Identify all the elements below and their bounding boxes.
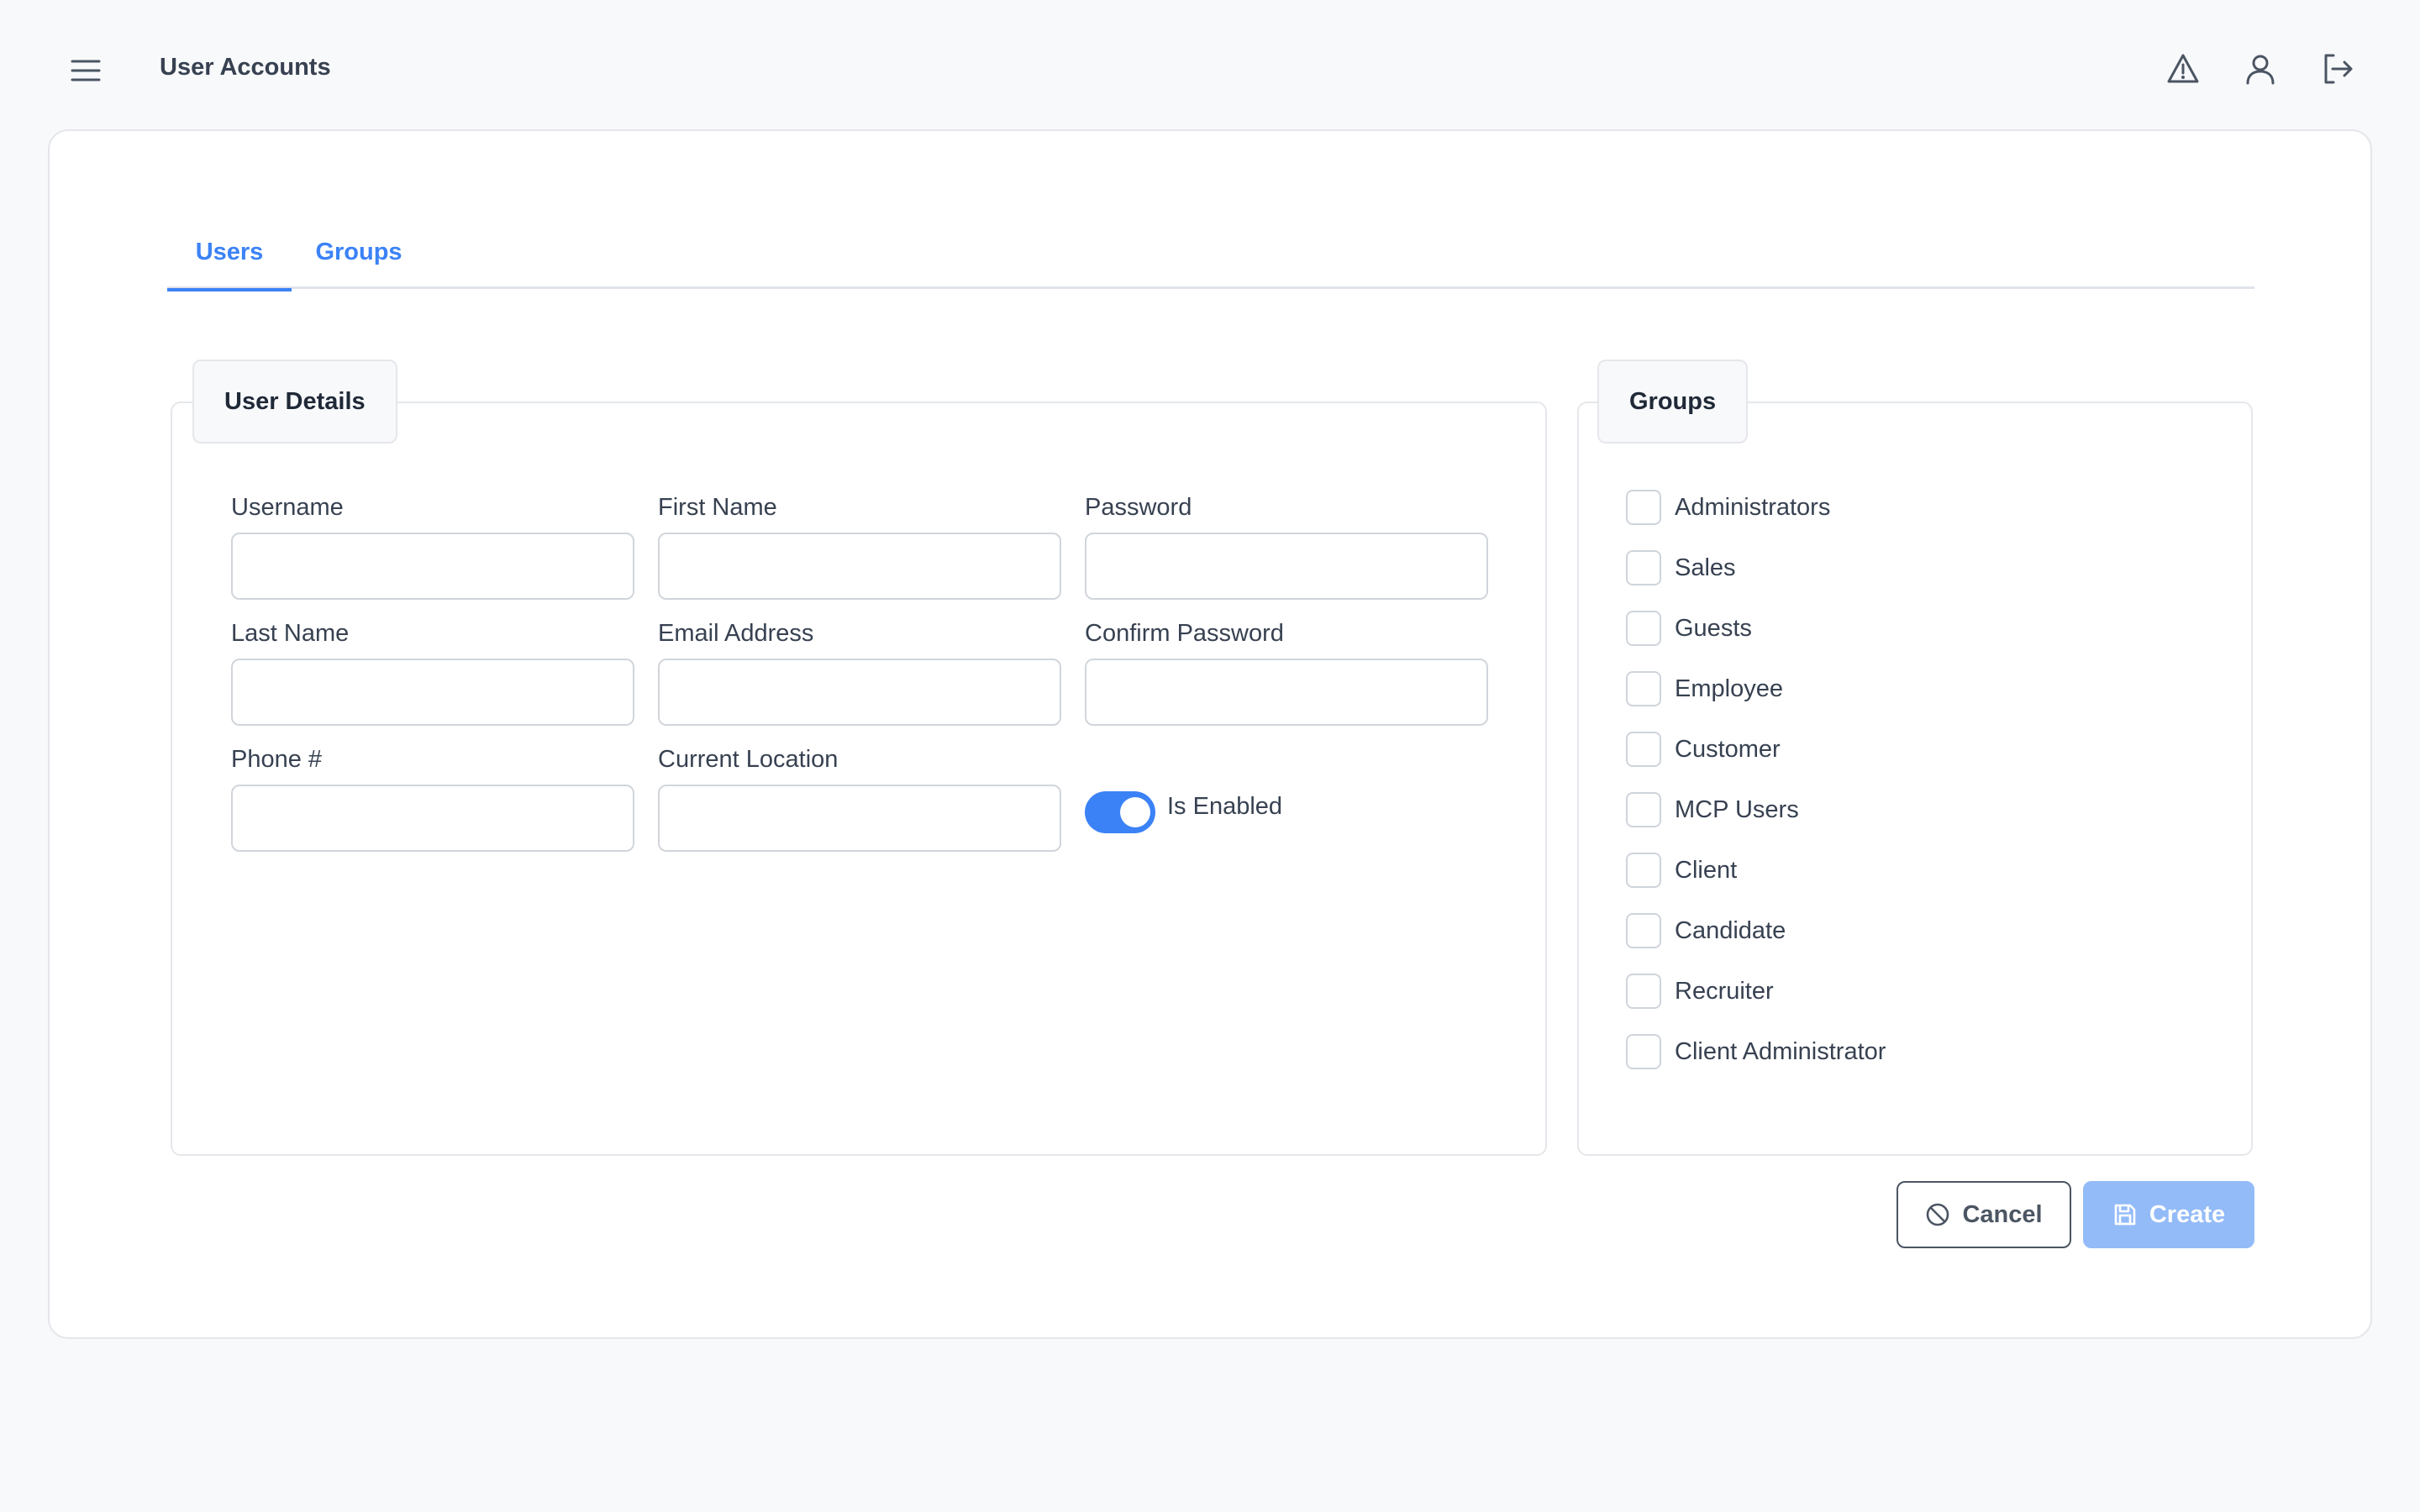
groups-legend: Groups [1597,360,1749,444]
group-item-mcp-users[interactable]: MCP Users [1626,780,1886,840]
logout-icon [2324,54,2353,84]
phone-group: Phone # [231,744,634,852]
toggle-knob [1120,797,1150,827]
user-icon [2246,55,2275,85]
user-details-panel: User Details Username First Name Passwor… [171,360,1547,1156]
confirm-password-input[interactable] [1085,659,1488,726]
group-item-candidate[interactable]: Candidate [1626,900,1886,961]
phone-input[interactable] [231,785,634,852]
group-item-administrators[interactable]: Administrators [1626,477,1886,538]
password-group: Password [1085,492,1488,600]
last-name-input[interactable] [231,659,634,726]
group-item-client-administrator[interactable]: Client Administrator [1626,1021,1886,1082]
tab-bar: Users Groups [167,215,2254,291]
is-enabled-label: Is Enabled [1167,793,1283,820]
tab-users[interactable]: Users [167,215,292,291]
enabled-toggle-group: Is Enabled [1085,791,1282,833]
location-group: Current Location [658,744,1061,852]
cancel-label: Cancel [1962,1200,2043,1228]
warning-icon [2167,54,2199,83]
group-item-customer[interactable]: Customer [1626,719,1886,780]
ban-icon [1927,1203,1949,1226]
email-input[interactable] [658,659,1061,726]
is-enabled-toggle[interactable] [1085,791,1155,833]
groups-panel: Groups Administrators Sales Guests Emplo… [1577,360,2253,1156]
create-label: Create [2149,1200,2226,1228]
alerts-button[interactable] [2163,49,2203,89]
password-label: Password [1085,494,1192,521]
cancel-button[interactable]: Cancel [1897,1181,2071,1248]
group-checkbox[interactable] [1626,1034,1661,1069]
group-checkbox[interactable] [1626,490,1661,525]
group-label: Client Administrator [1675,1037,1886,1065]
menu-button[interactable] [66,54,106,87]
page-title: User Accounts [160,54,331,81]
save-icon [2114,1204,2136,1226]
tab-groups[interactable]: Groups [307,215,411,289]
profile-button[interactable] [2240,49,2281,89]
group-item-employee[interactable]: Employee [1626,659,1886,719]
group-label: MCP Users [1675,795,1799,823]
group-checkbox[interactable] [1626,974,1661,1009]
group-label: Guests [1675,614,1752,642]
top-bar: User Accounts [0,0,2420,134]
first-name-label: First Name [658,494,777,521]
confirm-password-label: Confirm Password [1085,620,1284,647]
last-name-label: Last Name [231,620,350,647]
group-item-client[interactable]: Client [1626,840,1886,900]
username-input[interactable] [231,533,634,600]
first-name-input[interactable] [658,533,1061,600]
group-list: Administrators Sales Guests Employee Cus… [1626,477,1886,1082]
group-checkbox[interactable] [1626,853,1661,888]
group-label: Recruiter [1675,977,1774,1005]
group-label: Customer [1675,735,1781,763]
password-input[interactable] [1085,533,1488,600]
group-checkbox[interactable] [1626,913,1661,948]
group-checkbox[interactable] [1626,671,1661,706]
location-label: Current Location [658,746,839,773]
group-checkbox[interactable] [1626,550,1661,585]
group-item-guests[interactable]: Guests [1626,598,1886,659]
group-item-recruiter[interactable]: Recruiter [1626,961,1886,1021]
group-checkbox[interactable] [1626,732,1661,767]
group-checkbox[interactable] [1626,611,1661,646]
user-details-legend: User Details [192,360,397,444]
username-group: Username [231,492,634,600]
username-label: Username [231,494,344,521]
email-label: Email Address [658,620,814,647]
main-card: Users Groups User Details Username First… [48,129,2372,1339]
group-label: Employee [1675,675,1783,702]
last-name-group: Last Name [231,618,634,726]
email-group: Email Address [658,618,1061,726]
group-checkbox[interactable] [1626,792,1661,827]
group-label: Candidate [1675,916,1786,944]
group-label: Sales [1675,554,1736,581]
create-button[interactable]: Create [2083,1181,2254,1248]
group-label: Client [1675,856,1738,884]
group-item-sales[interactable]: Sales [1626,538,1886,598]
menu-icon [71,60,101,81]
phone-label: Phone # [231,746,323,773]
logout-button[interactable] [2317,49,2358,89]
confirm-password-group: Confirm Password [1085,618,1488,726]
first-name-group: First Name [658,492,1061,600]
location-input[interactable] [658,785,1061,852]
top-actions [2163,49,2358,89]
group-label: Administrators [1675,493,1831,521]
